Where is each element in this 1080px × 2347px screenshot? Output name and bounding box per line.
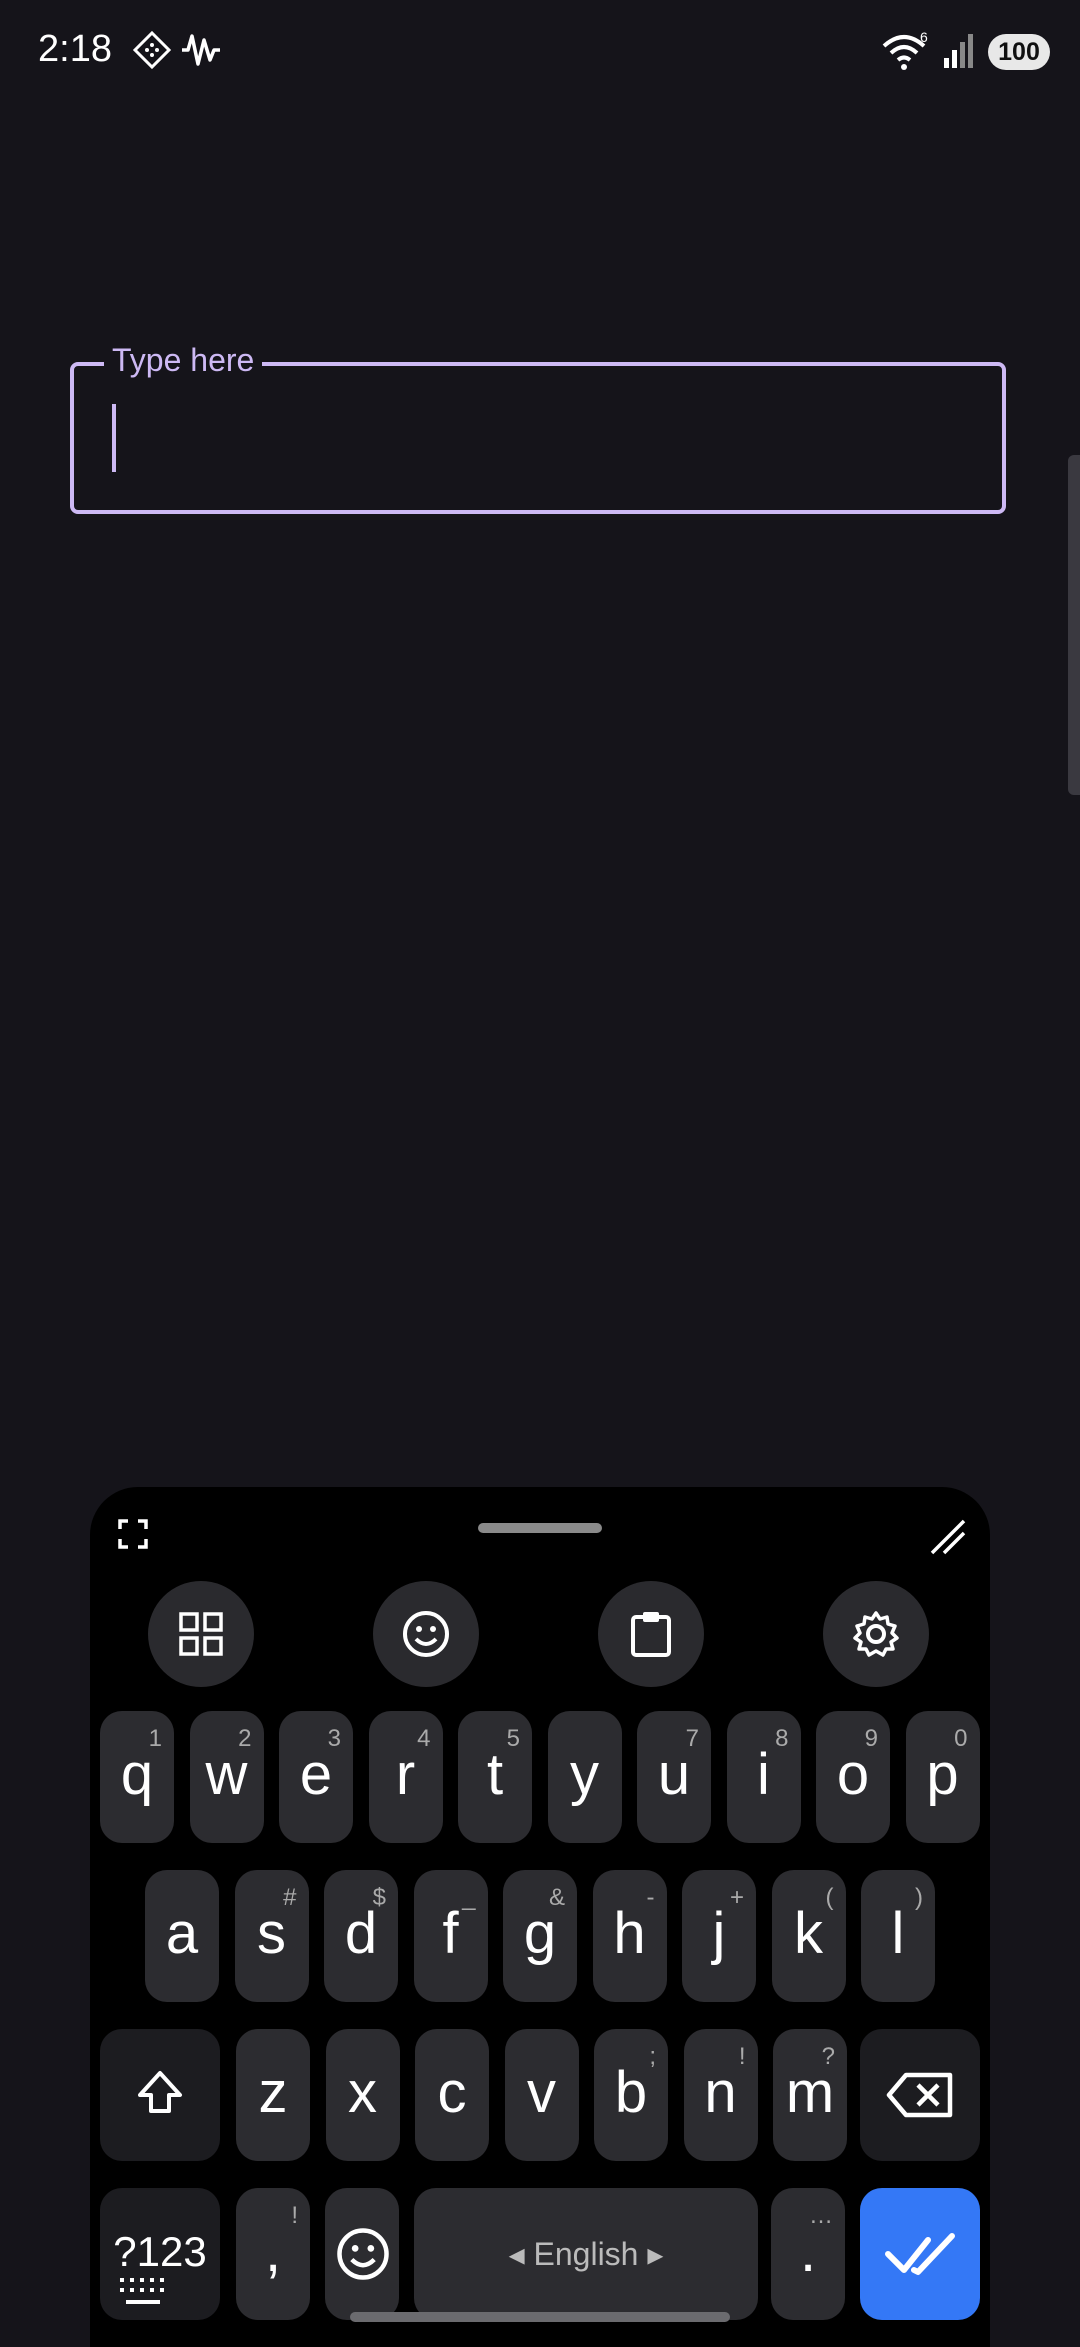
emoji-key[interactable] [325,2188,399,2320]
battery-icon: 100 [988,34,1050,70]
key-label: j [712,1901,726,1966]
key-label: b [614,2060,648,2125]
key-n[interactable]: ! n [683,2029,758,2161]
text-cursor [112,404,116,472]
key-h[interactable]: -h [592,1870,667,2002]
enter-key[interactable] [860,2188,980,2320]
key-label: u [657,1742,691,1807]
key-e[interactable]: 3e [279,1711,353,1843]
keyboard-drag-handle[interactable] [478,1523,602,1533]
shift-icon [138,2071,182,2113]
key-v[interactable]: v [504,2029,579,2161]
key-y[interactable]: y [547,1711,622,1843]
text-input[interactable] [110,400,994,482]
key-label: n [704,2060,737,2125]
key-label: d [344,1901,378,1966]
key-label: h [613,1901,646,1966]
key-w[interactable]: 2w [189,1711,264,1843]
key-x[interactable]: x [325,2029,400,2161]
key-label: z [258,2060,288,2125]
clipboard-icon [631,1612,671,1657]
wifi-icon: 6 [882,30,928,70]
emoji-icon [403,1611,449,1657]
wifi-badge: 6 [920,30,928,45]
key-l[interactable]: ) l [861,1870,935,2002]
fullscreen-icon[interactable] [118,1519,148,1549]
key-label: l [891,1901,905,1966]
scrollbar[interactable] [1068,455,1080,795]
key-label: y [570,1742,599,1807]
text-field-label: Type here [104,342,263,379]
key-label: q [120,1742,154,1807]
key-k[interactable]: (k [771,1870,846,2002]
key-d[interactable]: $ d [324,1870,398,2002]
shift-key[interactable] [100,2029,220,2161]
comma-key-label: , [264,2219,282,2284]
waveform-icon [182,34,220,66]
period-key-label: . [799,2219,817,2284]
gesture-nav-bar[interactable] [350,2312,730,2322]
key-label: p [926,1742,959,1807]
key-label: m [785,2060,835,2125]
key-p[interactable]: 0p [905,1711,980,1843]
key-b[interactable]: ; b [594,2029,668,2161]
key-label: g [523,1901,557,1966]
symbols-key[interactable]: ?123 [100,2188,220,2320]
grid-button[interactable] [148,1581,254,1687]
period-key[interactable]: … . [771,2188,845,2320]
key-f[interactable]: _ f [413,1870,488,2002]
key-r[interactable]: 4r [368,1711,443,1843]
key-label: f [442,1901,459,1966]
key-label: e [299,1742,333,1807]
grid-icon [179,1612,223,1656]
key-s[interactable]: # s [234,1870,309,2002]
resize-icon[interactable] [928,1517,968,1557]
keyboard: 1q2w3e4r5t y 7u8i9o0p a # s $ d _ f & g - h + j(k) l zx… [90,1487,990,2347]
key-label: c [437,2060,467,2125]
key-label: v [527,2060,556,2125]
diamond-icon [132,30,172,70]
key-q[interactable]: 1q [100,1711,174,1843]
backspace-key[interactable] [860,2029,980,2161]
key-label: t [486,1742,504,1807]
emoji-icon [337,2228,389,2280]
settings-button[interactable] [823,1581,929,1687]
key-label: k [794,1901,823,1966]
key-label: a [165,1901,199,1966]
key-label: x [348,2060,377,2125]
comma-key[interactable]: ! , [236,2188,310,2320]
key-t[interactable]: 5t [458,1711,532,1843]
key-label: o [836,1742,870,1807]
key-label: r [395,1742,416,1807]
key-u[interactable]: 7u [637,1711,711,1843]
space-key[interactable]: ◂ English ▸ [414,2188,758,2320]
keyboard-icon [120,2278,164,2304]
key-label: i [757,1742,770,1807]
key-o[interactable]: 9o [816,1711,890,1843]
symbols-key-label: ?123 [113,2228,207,2275]
key-i[interactable]: 8i [726,1711,801,1843]
key-label: s [257,1901,286,1966]
key-c[interactable]: c [415,2029,489,2161]
key-m[interactable]: ? m [773,2029,847,2161]
done-check-icon [885,2233,955,2275]
key-label: w [205,1742,248,1807]
clipboard-button[interactable] [598,1581,704,1687]
signal-icon [944,34,973,68]
status-bar: 2:18 6 100 [0,0,1080,100]
key-g[interactable]: & g [503,1870,577,2002]
key-j[interactable]: + j [682,1870,756,2002]
settings-icon [853,1611,899,1657]
status-time: 2:18 [38,28,112,70]
emoji-toolbar-button[interactable] [373,1581,479,1687]
key-z[interactable]: z [236,2029,310,2161]
key-a[interactable]: a [145,1870,219,2002]
backspace-icon [886,2072,953,2118]
